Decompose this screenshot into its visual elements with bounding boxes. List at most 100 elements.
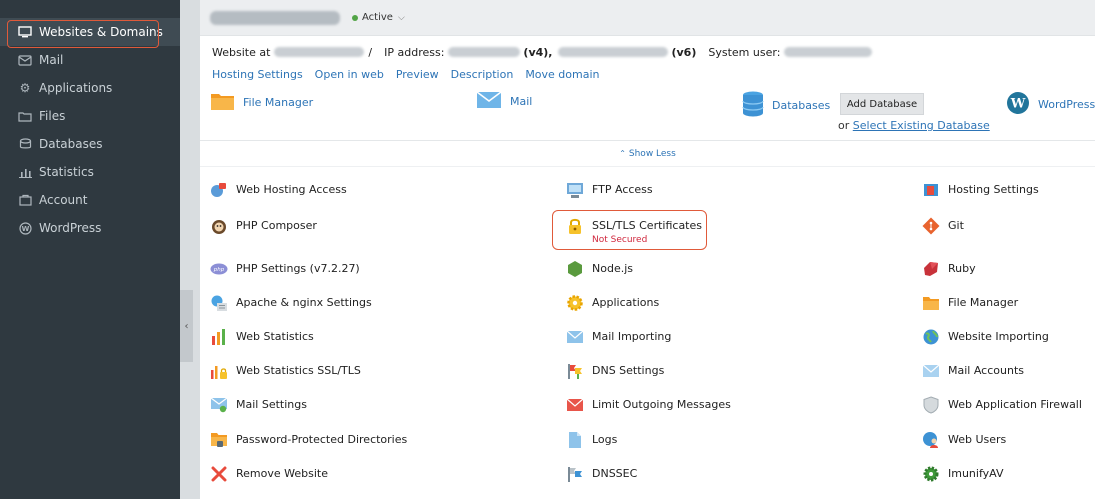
tool-website-importing[interactable]: Website Importing	[922, 328, 1049, 346]
tool-label: Logs	[592, 433, 618, 446]
tool-dnssec[interactable]: DNSSEC	[566, 465, 637, 483]
tool-ftp-access[interactable]: FTP Access	[566, 181, 653, 199]
tool-label: Apache & nginx Settings	[236, 296, 372, 309]
database-icon	[742, 91, 764, 120]
quick-wordpress[interactable]: W WordPress	[1006, 91, 1095, 118]
sidebar-gutter	[180, 0, 200, 499]
website-path-redacted[interactable]	[274, 47, 365, 57]
tool-file-manager[interactable]: File Manager	[922, 294, 1018, 312]
tool-git[interactable]: Git	[922, 217, 964, 235]
tool-label: Node.js	[592, 262, 633, 275]
wordpress-icon: W	[17, 221, 33, 235]
preview-link[interactable]: Preview	[396, 68, 439, 81]
select-existing-database-link[interactable]: Select Existing Database	[853, 119, 990, 132]
quick-databases-label: Databases	[772, 99, 831, 112]
plesk-app: Websites & Domains Mail ⚙ Applications F…	[0, 0, 1095, 499]
or-text: or	[838, 119, 850, 132]
folder-icon	[922, 294, 940, 312]
tool-nodejs[interactable]: Node.js	[566, 260, 633, 278]
tool-web-users[interactable]: Web Users	[922, 431, 1006, 449]
sidebar-item-label: Mail	[39, 53, 64, 67]
ruby-icon	[922, 260, 940, 278]
sidebar-item-statistics[interactable]: Statistics	[0, 158, 180, 186]
protected-folder-icon	[210, 431, 228, 449]
system-user-label: System user:	[708, 45, 781, 59]
sidebar-item-wordpress[interactable]: W WordPress	[0, 214, 180, 242]
sidebar-top	[0, 0, 180, 18]
monitor-icon	[17, 26, 33, 38]
svg-text:W: W	[1010, 97, 1026, 112]
tool-hosting-settings[interactable]: Hosting Settings	[922, 181, 1039, 199]
tool-label: Web Users	[948, 433, 1007, 446]
tool-mail-accounts[interactable]: Mail Accounts	[922, 362, 1024, 380]
move-domain-link[interactable]: Move domain	[525, 68, 599, 81]
sidebar-item-websites-domains[interactable]: Websites & Domains	[0, 18, 180, 48]
tool-php-settings[interactable]: php PHP Settings (v7.2.27)	[210, 260, 360, 278]
tool-label: Remove Website	[236, 467, 328, 480]
select-existing-database: or Select Existing Database	[838, 119, 990, 132]
status-dot-icon	[352, 14, 358, 21]
tool-php-composer[interactable]: PHP Composer	[210, 217, 317, 235]
tool-password-protected-directories[interactable]: Password-Protected Directories	[210, 431, 407, 449]
tool-logs[interactable]: Logs	[566, 431, 617, 449]
tool-dns-settings[interactable]: DNS Settings	[566, 362, 664, 380]
tool-mail-importing[interactable]: Mail Importing	[566, 328, 671, 346]
users-icon	[922, 431, 940, 449]
website-links-row: Hosting Settings Open in web Preview Des…	[200, 63, 1095, 85]
status-dropdown[interactable]: Active ⌵	[352, 12, 405, 23]
hosting-access-icon	[210, 181, 228, 199]
tool-apache-nginx-settings[interactable]: Apache & nginx Settings	[210, 294, 372, 312]
sidebar-item-databases[interactable]: Databases	[0, 130, 180, 158]
tool-applications[interactable]: Applications	[566, 294, 659, 312]
tool-label: Web Statistics	[236, 330, 314, 343]
tool-ssl-tls-certificates[interactable]: SSL/TLS Certificates Not Secured	[566, 217, 702, 245]
gear-icon: ⚙	[19, 81, 31, 95]
website-at-label: Website at	[212, 45, 271, 59]
sidebar-item-account[interactable]: Account	[0, 186, 180, 214]
domain-name-redacted[interactable]	[210, 10, 340, 25]
nodejs-icon	[566, 260, 584, 278]
tool-mail-settings[interactable]: Mail Settings	[210, 396, 307, 414]
chevron-down-icon: ⌵	[397, 12, 405, 23]
quick-mail-label: Mail	[510, 95, 533, 108]
account-icon	[17, 194, 33, 206]
sidebar-item-label: Applications	[39, 81, 113, 95]
quick-actions-row: File Manager Mail Databases Add Database…	[200, 85, 1095, 141]
tool-label: Password-Protected Directories	[236, 433, 408, 446]
tool-web-application-firewall[interactable]: Web Application Firewall	[922, 396, 1082, 414]
chevron-left-icon: ‹	[184, 320, 189, 332]
tool-label: Git	[948, 219, 964, 232]
hosting-settings-link[interactable]: Hosting Settings	[212, 68, 303, 81]
ipv6-redacted	[558, 47, 669, 57]
show-less-toggle[interactable]: ⌃ Show Less	[200, 141, 1095, 167]
tool-label: Applications	[592, 296, 660, 309]
tool-imunifyav[interactable]: ImunifyAV	[922, 465, 1004, 483]
description-link[interactable]: Description	[451, 68, 514, 81]
tool-limit-outgoing-messages[interactable]: Limit Outgoing Messages	[566, 396, 731, 414]
website-info-row: Website at / IP address: (v4), (v6) Syst…	[200, 41, 1095, 63]
sidebar-collapse-button[interactable]: ‹	[180, 290, 193, 362]
tool-web-statistics[interactable]: Web Statistics	[210, 328, 314, 346]
tool-remove-website[interactable]: Remove Website	[210, 465, 328, 483]
sidebar-item-mail[interactable]: Mail	[0, 46, 180, 74]
sidebar-item-label: Statistics	[39, 165, 94, 179]
tool-label: FTP Access	[592, 183, 653, 196]
quick-file-manager[interactable]: File Manager	[210, 91, 313, 114]
open-in-web-link[interactable]: Open in web	[315, 68, 384, 81]
tool-web-statistics-ssl[interactable]: Web Statistics SSL/TLS	[210, 362, 361, 380]
tool-label: Ruby	[948, 262, 976, 275]
chevron-up-icon: ⌃	[619, 149, 626, 158]
quick-mail[interactable]: Mail	[476, 91, 532, 112]
sidebar-item-files[interactable]: Files	[0, 102, 180, 130]
quick-databases[interactable]: Databases	[742, 91, 830, 120]
system-user-redacted	[784, 47, 873, 57]
tool-ruby[interactable]: Ruby	[922, 260, 976, 278]
tool-label: DNS Settings	[592, 364, 665, 377]
website-slash: /	[368, 45, 373, 59]
tool-label: PHP Composer	[236, 219, 317, 232]
add-database-button[interactable]: Add Database	[840, 93, 924, 115]
tool-web-hosting-access[interactable]: Web Hosting Access	[210, 181, 347, 199]
tool-label: DNSSEC	[592, 467, 638, 480]
sidebar-item-applications[interactable]: ⚙ Applications	[0, 74, 180, 102]
tool-label: Web Application Firewall	[948, 398, 1082, 411]
